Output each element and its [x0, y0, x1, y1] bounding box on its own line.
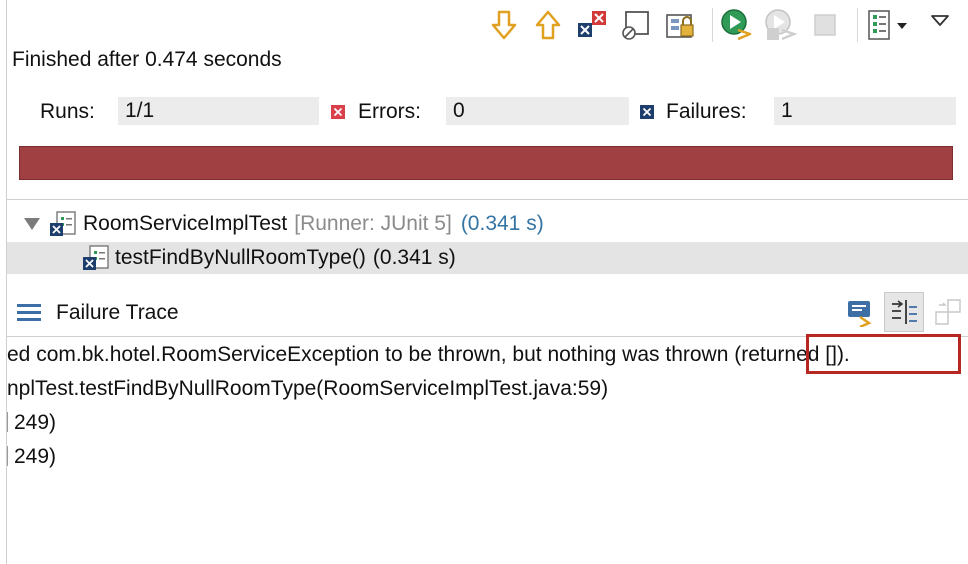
errors-label: Errors:	[358, 100, 421, 123]
skipped-filter-icon	[622, 11, 649, 40]
line-marker	[7, 446, 8, 466]
suite-name: RoomServiceImplTest	[83, 212, 288, 235]
run-status-text: Finished after 0.474 seconds	[12, 48, 282, 71]
failures-label: Failures:	[666, 100, 747, 123]
failure-icon	[640, 105, 654, 119]
errors-value: 0	[446, 97, 629, 125]
left-border	[6, 0, 7, 564]
stack-trace-icon	[17, 304, 41, 321]
show-skipped-button[interactable]	[618, 7, 654, 43]
toolbar-separator	[712, 8, 713, 42]
annotation-highlight-box	[806, 334, 961, 374]
divider	[6, 199, 968, 200]
junit-view: Finished after 0.474 seconds Runs: 1/1 E…	[0, 0, 968, 564]
toolbar-separator	[857, 8, 858, 42]
arrow-up-icon	[535, 10, 561, 40]
failure-trace-title: Failure Trace	[56, 301, 179, 324]
test-suite-failure-icon	[50, 211, 76, 236]
view-menu-icon[interactable]	[930, 10, 950, 30]
tree-item-test[interactable]: testFindByNullRoomType() (0.341 s)	[7, 242, 968, 274]
filter-stack-trace-button[interactable]	[884, 292, 924, 332]
test-counters: Runs: 1/1 Errors: 0 Failures: 1	[40, 97, 960, 127]
trace-line[interactable]: 249)	[7, 443, 968, 477]
copy-trace-button[interactable]	[928, 292, 968, 332]
next-failure-button[interactable]	[486, 7, 522, 43]
test-run-history-button[interactable]	[864, 7, 912, 43]
arrow-down-icon	[491, 10, 517, 40]
junit-toolbar	[486, 4, 920, 46]
failures-filter-icon	[578, 11, 606, 37]
test-progress-bar	[19, 146, 953, 180]
compare-icon	[848, 301, 872, 327]
runs-label: Runs:	[40, 100, 95, 123]
test-time: (0.341 s)	[372, 246, 456, 269]
scroll-lock-icon	[666, 14, 694, 38]
tree-item-suite[interactable]: RoomServiceImplTest [Runner: JUnit 5] (0…	[24, 209, 544, 239]
line-marker	[7, 412, 8, 432]
trace-line[interactable]: 249)	[7, 409, 968, 443]
copy-trace-icon	[935, 299, 961, 325]
history-icon	[868, 10, 907, 40]
test-name: testFindByNullRoomType()	[115, 246, 366, 269]
show-failures-only-button[interactable]	[574, 7, 610, 43]
tree-item-test-content: testFindByNullRoomType() (0.341 s)	[81, 242, 456, 274]
scroll-lock-button[interactable]	[662, 7, 698, 43]
test-failure-icon	[83, 245, 109, 270]
rerun-failures-first-button[interactable]	[763, 7, 799, 43]
failure-trace-header: Failure Trace	[17, 296, 179, 330]
failure-trace-toolbar	[840, 290, 968, 334]
suite-runner: [Runner: JUnit 5]	[294, 212, 452, 235]
stop-icon	[814, 14, 836, 36]
error-icon	[331, 105, 345, 119]
rerun-failed-icon	[765, 9, 798, 41]
filter-stack-icon	[892, 300, 917, 324]
suite-time: (0.341 s)	[460, 212, 544, 235]
compare-results-button[interactable]	[840, 292, 880, 332]
rerun-icon	[721, 9, 752, 41]
failures-value: 1	[774, 97, 956, 125]
previous-failure-button[interactable]	[530, 7, 566, 43]
stop-button[interactable]	[807, 7, 843, 43]
trace-line[interactable]: nplTest.testFindByNullRoomType(RoomServi…	[7, 375, 968, 409]
runs-value: 1/1	[118, 97, 319, 125]
rerun-test-button[interactable]	[719, 7, 755, 43]
expand-triangle-icon[interactable]	[24, 218, 40, 230]
